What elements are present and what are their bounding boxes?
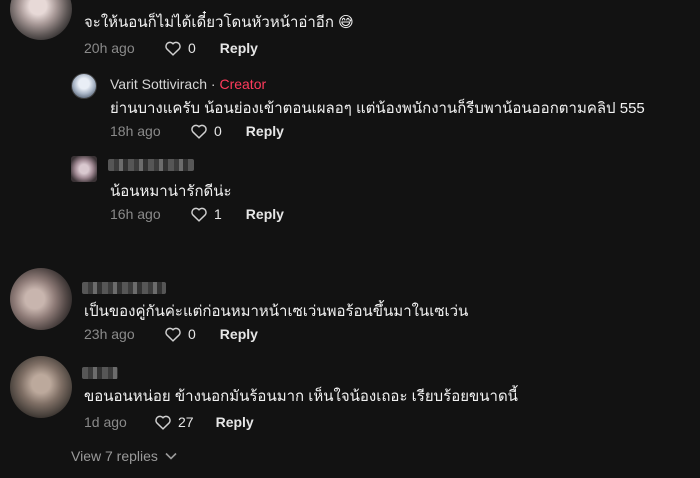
heart-outline-icon [191, 207, 207, 222]
heart-outline-icon [165, 41, 181, 56]
comment-time: 1d ago [84, 414, 127, 430]
author-name-redacted[interactable] [108, 159, 194, 171]
like-button[interactable]: 0 [190, 123, 222, 139]
avatar[interactable] [10, 0, 72, 40]
author-name[interactable]: Varit Sottivirach [110, 76, 207, 92]
avatar[interactable] [10, 268, 72, 330]
comment-text: ย่านบางแครับ น้อนย่องเข้าตอนเผลอๆ แต่น้อ… [110, 100, 645, 117]
author-separator: · [207, 76, 220, 92]
view-replies-label: View 7 replies [71, 448, 158, 464]
comment-meta: 1d ago 27 Reply [84, 414, 254, 430]
creator-badge: Creator [219, 76, 267, 92]
author-name-redacted[interactable] [82, 282, 166, 294]
comment-meta: 16h ago 1 Reply [110, 206, 284, 222]
comment-meta: 18h ago 0 Reply [110, 123, 284, 139]
comment-text: น้อนหมาน่ารักดีน่ะ [110, 183, 232, 200]
reply-button[interactable]: Reply [220, 40, 258, 56]
like-button[interactable]: 0 [164, 40, 196, 56]
heart-outline-icon [165, 327, 181, 342]
avatar[interactable] [71, 156, 97, 182]
like-count: 0 [188, 40, 196, 56]
comment-text: จะให้นอนก็ไม่ได้เดี๋ยวโดนหัวหน้าอ่าอีก 😅 [84, 14, 354, 31]
comment-meta: 23h ago 0 Reply [84, 326, 258, 342]
creator-avatar[interactable] [71, 73, 97, 99]
like-count: 27 [178, 414, 194, 430]
like-count: 1 [214, 206, 222, 222]
comment-author[interactable]: Varit Sottivirach · Creator [110, 76, 266, 92]
comment-time: 16h ago [110, 206, 161, 222]
comment-meta: 20h ago 0 Reply [84, 40, 258, 56]
like-button[interactable]: 1 [190, 206, 222, 222]
heart-outline-icon [191, 124, 207, 139]
comment-text: ขอนอนหน่อย ข้างนอกมันร้อนมาก เห็นใจน้องเ… [84, 388, 518, 405]
reply-button[interactable]: Reply [246, 206, 284, 222]
like-button[interactable]: 27 [154, 414, 194, 430]
comment-time: 23h ago [84, 326, 135, 342]
chevron-down-icon [165, 452, 177, 460]
like-button[interactable]: 0 [164, 326, 196, 342]
like-count: 0 [214, 123, 222, 139]
reply-button[interactable]: Reply [246, 123, 284, 139]
avatar[interactable] [10, 356, 72, 418]
reply-button[interactable]: Reply [216, 414, 254, 430]
comment-text: เป็นของคู่กันค่ะแต่ก่อนหมาหน้าเซเว่นพอร้… [84, 303, 469, 320]
author-name-redacted[interactable] [82, 367, 118, 379]
reply-button[interactable]: Reply [220, 326, 258, 342]
comment-time: 20h ago [84, 40, 135, 56]
like-count: 0 [188, 326, 196, 342]
comment-time: 18h ago [110, 123, 161, 139]
heart-outline-icon [155, 415, 171, 430]
view-replies-button[interactable]: View 7 replies [71, 448, 177, 464]
